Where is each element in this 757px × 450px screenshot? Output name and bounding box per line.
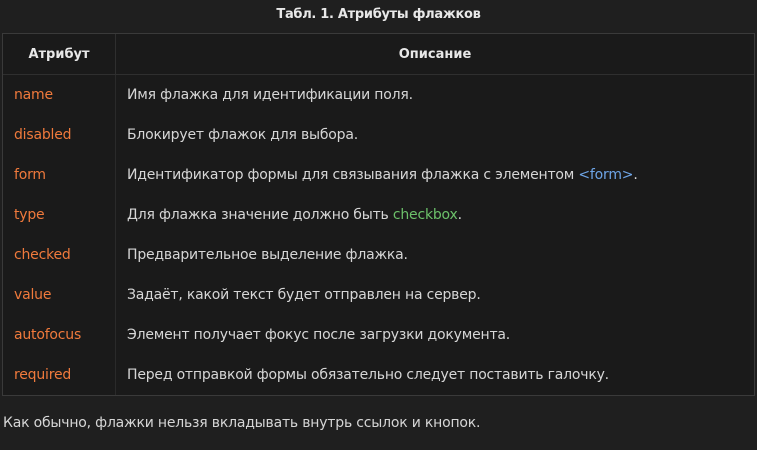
attribute-description: Имя флажка для идентификации поля. <box>127 87 413 103</box>
description-text-end: . <box>633 167 638 183</box>
description-text: Идентификатор формы для связывания флажк… <box>127 167 579 183</box>
table-header-row: Атрибут Описание <box>3 34 754 75</box>
table-row: checked Предварительное выделение флажка… <box>3 235 754 275</box>
attribute-name: required <box>3 355 116 395</box>
attribute-description: Задаёт, какой текст будет отправлен на с… <box>127 287 481 303</box>
form-tag-code[interactable]: <form> <box>578 167 633 183</box>
table-row: autofocus Элемент получает фокус после з… <box>3 315 754 355</box>
attribute-description: Блокирует флажок для выбора. <box>127 127 358 143</box>
attributes-table-container: Атрибут Описание name Имя флажка для иде… <box>2 33 755 396</box>
note-paragraph: Как обычно, флажки нельзя вкладывать вну… <box>3 415 481 431</box>
checkbox-value-code: checkbox <box>392 207 458 223</box>
attribute-name: autofocus <box>3 315 116 355</box>
description-text-end: . <box>457 207 462 223</box>
attribute-description: Элемент получает фокус после загрузки до… <box>127 327 511 343</box>
attribute-name: form <box>3 155 116 195</box>
table-row: required Перед отправкой формы обязатель… <box>3 355 754 395</box>
table-caption: Табл. 1. Атрибуты флажков <box>276 7 481 22</box>
attribute-name: value <box>3 275 116 315</box>
table-row: disabled Блокирует флажок для выбора. <box>3 115 754 155</box>
attribute-name: type <box>3 195 116 235</box>
attribute-description: Идентификатор формы для связывания флажк… <box>116 155 754 195</box>
description-text: Для флажка значение должно быть <box>127 207 393 223</box>
attributes-table: Атрибут Описание name Имя флажка для иде… <box>3 34 754 395</box>
table-row: value Задаёт, какой текст будет отправле… <box>3 275 754 315</box>
table-row: form Идентификатор формы для связывания … <box>3 155 754 195</box>
attribute-name: name <box>3 75 116 115</box>
attribute-description: Предварительное выделение флажка. <box>127 247 408 263</box>
attribute-name: checked <box>3 235 116 275</box>
attribute-name: disabled <box>3 115 116 155</box>
attribute-description: Для флажка значение должно быть checkbox… <box>116 195 754 235</box>
header-attribute: Атрибут <box>3 34 116 75</box>
table-row: name Имя флажка для идентификации поля. <box>3 75 754 115</box>
attribute-description: Перед отправкой формы обязательно следуе… <box>127 367 609 383</box>
header-description: Описание <box>116 34 754 75</box>
table-row: type Для флажка значение должно быть che… <box>3 195 754 235</box>
